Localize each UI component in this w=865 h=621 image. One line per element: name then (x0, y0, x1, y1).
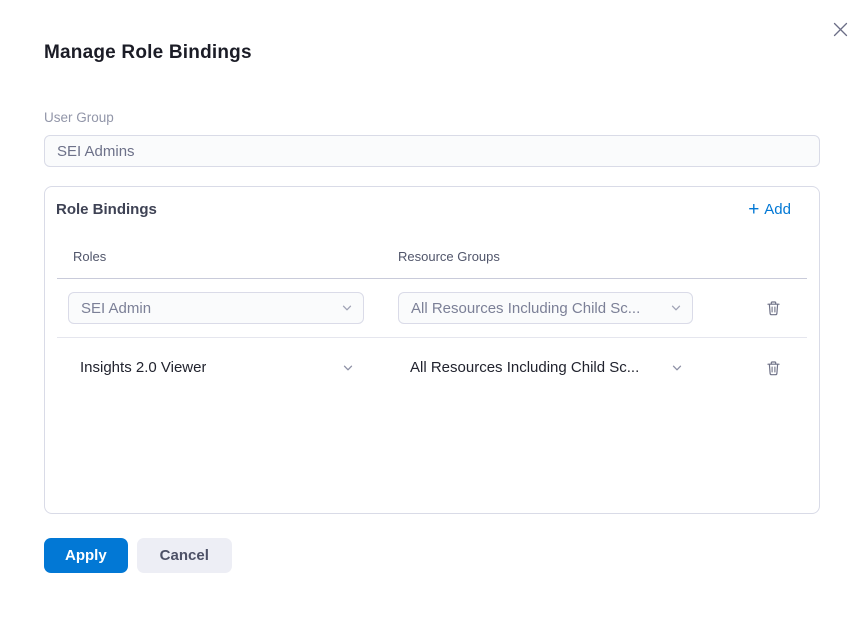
role-select-value: Insights 2.0 Viewer (80, 359, 206, 376)
delete-row-button[interactable] (763, 358, 783, 378)
close-icon (832, 21, 849, 38)
role-select-value: SEI Admin (81, 300, 151, 317)
role-binding-row-1: SEI Admin All Resources Including Child … (57, 279, 807, 338)
role-bindings-title: Role Bindings (56, 201, 157, 219)
column-header-resource-groups: Resource Groups (398, 249, 807, 265)
resource-group-select[interactable]: All Resources Including Child Sc... (398, 359, 693, 376)
manage-role-bindings-modal: Manage Role Bindings User Group Role Bin… (0, 0, 865, 573)
page-title: Manage Role Bindings (44, 0, 820, 64)
role-select[interactable]: Insights 2.0 Viewer (68, 359, 364, 376)
user-group-label: User Group (44, 110, 820, 126)
user-group-input[interactable] (44, 135, 820, 167)
modal-footer: Apply Cancel (44, 538, 820, 573)
add-role-binding-button[interactable]: + Add (748, 201, 791, 218)
chevron-down-icon (670, 302, 682, 314)
table-header-row: Roles Resource Groups (57, 219, 807, 279)
role-cell: SEI Admin (57, 292, 398, 324)
role-cell: Insights 2.0 Viewer (57, 359, 398, 376)
role-binding-row-2: Insights 2.0 Viewer All Resources Includ… (57, 338, 807, 397)
resource-group-select-value: All Resources Including Child Sc... (411, 300, 640, 317)
add-button-label: Add (764, 201, 791, 218)
chevron-down-icon (671, 362, 683, 374)
role-bindings-table: Roles Resource Groups SEI Admin All Reso… (57, 219, 807, 397)
role-bindings-header: Role Bindings + Add (45, 187, 819, 219)
resource-group-cell: All Resources Including Child Sc... (398, 359, 716, 376)
row-actions-cell (716, 298, 807, 318)
trash-icon (765, 359, 782, 377)
close-button[interactable] (829, 18, 851, 40)
resource-group-select-value: All Resources Including Child Sc... (410, 359, 639, 376)
role-bindings-card: Role Bindings + Add Roles Resource Group… (44, 186, 820, 514)
delete-row-button[interactable] (763, 298, 783, 318)
cancel-button[interactable]: Cancel (137, 538, 232, 573)
row-actions-cell (716, 358, 807, 378)
resource-group-select-disabled[interactable]: All Resources Including Child Sc... (398, 292, 693, 324)
plus-icon: + (748, 202, 759, 218)
column-header-roles: Roles (57, 249, 398, 265)
trash-icon (765, 299, 782, 317)
apply-button[interactable]: Apply (44, 538, 128, 573)
chevron-down-icon (342, 362, 354, 374)
role-select-disabled[interactable]: SEI Admin (68, 292, 364, 324)
resource-group-cell: All Resources Including Child Sc... (398, 292, 716, 324)
chevron-down-icon (341, 302, 353, 314)
